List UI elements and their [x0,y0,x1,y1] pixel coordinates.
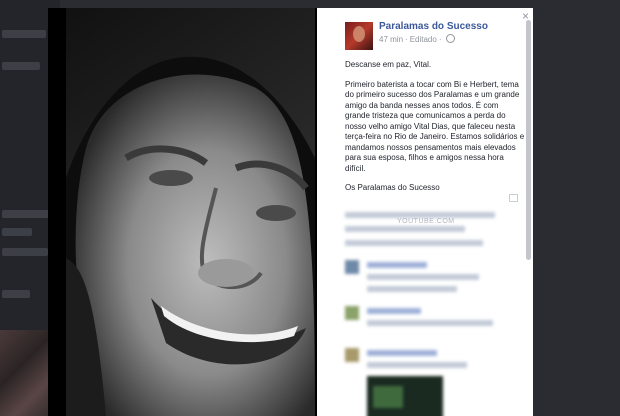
post-photo [66,8,315,416]
post-meta: 47 min · Editado · [379,34,455,44]
photo-viewer[interactable] [48,8,317,416]
comment-line [367,320,493,326]
edited-label[interactable]: Editado [410,35,437,44]
comment-avatar [345,306,359,320]
post-time[interactable]: 47 min [379,35,403,44]
background-text-line [2,210,54,218]
comment-line [367,286,457,292]
comment-line [367,274,479,280]
post-text: Descanse em paz, Vital. Primeiro bateris… [345,60,525,203]
options-icon[interactable] [509,194,518,202]
page-avatar[interactable] [345,22,373,50]
background-text-line [2,228,32,236]
comment-author [367,262,427,268]
comment-line [367,362,467,368]
comment-line [345,226,465,232]
post-signature: Os Paralamas do Sucesso [345,183,440,192]
comment-avatar [345,260,359,274]
comment-avatar [345,348,359,362]
background-text-line [2,30,46,38]
video-thumbnail [367,376,443,416]
globe-icon[interactable] [445,34,455,43]
scrollbar[interactable] [526,20,531,260]
video-source-label: YOUTUBE.COM [397,218,455,225]
comment-author [367,350,437,356]
page-name-link[interactable]: Paralamas do Sucesso [379,21,488,32]
portrait-image [66,8,315,416]
post-body: Primeiro baterista a tocar com Bi e Herb… [345,79,525,173]
comment-author [367,308,421,314]
background-text-line [2,248,48,256]
background-text-line [2,290,30,298]
background-text-line [2,62,40,70]
post-side-panel: × Paralamas do Sucesso 47 min · Editado · D… [317,8,533,416]
blurred-comments [345,208,501,416]
meta-separator: · [438,35,442,44]
comment-line [345,240,483,246]
post-title-line: Descanse em paz, Vital. [345,60,432,69]
meta-separator: · [405,35,408,44]
